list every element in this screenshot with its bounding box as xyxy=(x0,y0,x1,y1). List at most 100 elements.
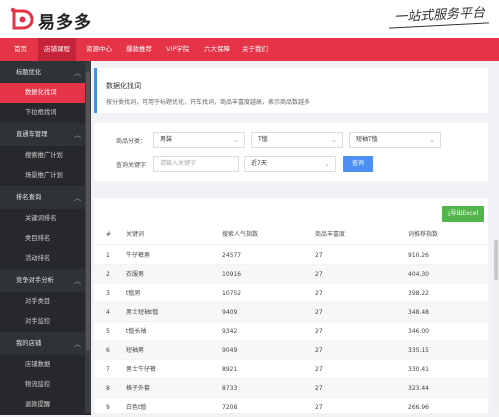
main-content: 数据化找词 按分类找词，可用于标题优化，开车找词，商品丰富度越高，表示商品数越多… xyxy=(91,61,499,417)
chevron-up-icon: ︿ xyxy=(74,131,81,139)
sidebar-group-label: 竞争对手分析 xyxy=(16,277,54,284)
table-row[interactable]: 7 男士牛仔裤 8921 27 330.41 xyxy=(94,360,488,379)
query-button[interactable]: 查询 xyxy=(343,156,373,172)
col-search-popularity[interactable]: 搜索人气指数 xyxy=(222,225,258,245)
table-row[interactable]: 8 格子外套 8733 27 323.44 xyxy=(94,379,488,398)
cell-search-popularity: 10752 xyxy=(222,290,242,297)
sidebar-group-my-store[interactable]: 我的店铺 ︿ xyxy=(0,334,91,354)
cell-richness: 27 xyxy=(315,328,323,335)
sidebar: 标题优化 ︿ 数据化找词 下拉框找词 直通车管理 ︿ 搜索推广计划 场景推广计划 排… xyxy=(0,61,91,415)
chevron-up-icon: ︿ xyxy=(74,277,81,285)
sidebar-scroll-thumb[interactable] xyxy=(86,71,90,351)
cell-index: 7 xyxy=(106,366,110,373)
results-table-card: ⤓导出Excel # 关键词 搜索人气指数 商品丰富度 词推荐指数 1 牛仔裤男 2… xyxy=(94,198,488,417)
chevron-up-icon: ︿ xyxy=(74,340,81,348)
cell-keyword: 牛仔裤男 xyxy=(126,252,151,259)
sidebar-item-scene-plan[interactable]: 场景推广计划 xyxy=(0,166,91,186)
cell-recommend-index: 398.22 xyxy=(408,290,429,297)
sidebar-item-search-plan[interactable]: 搜索推广计划 xyxy=(0,146,91,166)
sidebar-group-label: 标题优化 xyxy=(16,69,42,76)
sidebar-group-label: 排名查询 xyxy=(16,194,42,201)
sidebar-item-activity-rank[interactable]: 活动排名 xyxy=(0,249,91,269)
category-select-level2[interactable]: T恤 ⌄ xyxy=(251,132,343,148)
table-row[interactable]: 4 男士短袖t恤 9409 27 348.48 xyxy=(94,303,488,322)
page-scroll-thumb[interactable] xyxy=(494,240,498,280)
cell-keyword: 格子外套 xyxy=(126,385,151,392)
sidebar-item-data-keywords[interactable]: 数据化找词 xyxy=(0,83,91,103)
col-recommend-index[interactable]: 词推荐指数 xyxy=(408,225,438,245)
cell-index: 3 xyxy=(106,290,110,297)
sidebar-item-keyword-rank[interactable]: 关键词排名 xyxy=(0,209,91,229)
period-select[interactable]: 近7天 ⌄ xyxy=(244,156,336,172)
table-row[interactable]: 3 t恤男 10752 27 398.22 xyxy=(94,284,488,303)
filter-panel: 商品分类： 男装 ⌄ T恤 ⌄ 短袖T恤 ⌄ 查询关键字 请输入关键字 近7天 ⌄ 查询 xyxy=(94,123,488,181)
nav-hot-picks[interactable]: 爆款推荐 xyxy=(120,38,158,61)
chevron-down-icon: ⌄ xyxy=(233,136,239,144)
cell-index: 4 xyxy=(106,309,110,316)
cell-recommend-index: 266.96 xyxy=(408,404,429,411)
nav-about[interactable]: 关于我们 xyxy=(236,38,274,61)
cell-keyword: 白色t恤 xyxy=(126,404,147,411)
sidebar-group-ztc[interactable]: 直通车管理 ︿ xyxy=(0,125,91,145)
col-keyword[interactable]: 关键词 xyxy=(126,225,144,245)
cell-search-popularity: 7208 xyxy=(222,404,238,411)
nav-resources[interactable]: 资源中心 xyxy=(80,38,118,61)
logo-icon[interactable] xyxy=(9,6,35,32)
nav-home[interactable]: 首页 xyxy=(8,38,33,61)
nav-vip[interactable]: VIP学院 xyxy=(160,38,195,61)
keyword-input[interactable]: 请输入关键字 xyxy=(153,156,239,172)
chevron-down-icon: ⌄ xyxy=(331,136,337,144)
sidebar-group-ranking[interactable]: 排名查询 ︿ xyxy=(0,188,91,208)
cell-richness: 27 xyxy=(315,404,323,411)
table-row[interactable]: 1 牛仔裤男 24577 27 910.26 xyxy=(94,246,488,265)
table-row[interactable]: 6 短袖男 9049 27 335.15 xyxy=(94,341,488,360)
sidebar-item-category-rank[interactable]: 类目排名 xyxy=(0,229,91,249)
sidebar-group-competitor[interactable]: 竞争对手分析 ︿ xyxy=(0,271,91,291)
export-excel-button[interactable]: ⤓导出Excel xyxy=(442,206,484,222)
sidebar-item-dropdown-keywords[interactable]: 下拉框找词 xyxy=(0,103,91,123)
nav-store-courses[interactable]: 店铺课程 xyxy=(38,38,76,61)
sidebar-item-competitor-category[interactable]: 对手类目 xyxy=(0,292,91,312)
cell-richness: 27 xyxy=(315,347,323,354)
cell-search-popularity: 9049 xyxy=(222,347,238,354)
cell-search-popularity: 8921 xyxy=(222,366,238,373)
table-row[interactable]: 2 衣服男 10916 27 404.30 xyxy=(94,265,488,284)
sidebar-item-store-data[interactable]: 店铺数据 xyxy=(0,355,91,375)
category-select-level1[interactable]: 男装 ⌄ xyxy=(153,132,245,148)
cell-richness: 27 xyxy=(315,271,323,278)
chevron-down-icon: ⌄ xyxy=(324,160,330,168)
slogan: 一站式服务平台 xyxy=(393,5,486,26)
cell-index: 8 xyxy=(106,385,110,392)
sidebar-item-competitor-monitor[interactable]: 对手监控 xyxy=(0,312,91,332)
brand-name[interactable]: 易多多 xyxy=(38,8,92,33)
table-row[interactable]: 9 白色t恤 7208 27 266.96 xyxy=(94,398,488,417)
cell-keyword: t恤长袖 xyxy=(126,328,147,335)
cell-index: 1 xyxy=(106,252,110,259)
sidebar-item-refund-alert[interactable]: 退款提醒 xyxy=(0,395,91,415)
header: 易多多 一站式服务平台 xyxy=(0,0,499,38)
sidebar-group-title-opt[interactable]: 标题优化 ︿ xyxy=(0,63,91,83)
table-header: # 关键词 搜索人气指数 商品丰富度 词推荐指数 xyxy=(94,225,488,245)
page-scrollbar[interactable] xyxy=(493,240,499,413)
nav-guarantees[interactable]: 六大保障 xyxy=(198,38,236,61)
sidebar-item-logistics[interactable]: 物流监控 xyxy=(0,375,91,395)
table-row[interactable]: 5 t恤长袖 9342 27 346.00 xyxy=(94,322,488,341)
page-header-card: 数据化找词 按分类找词，可用于标题优化，开车找词，商品丰富度越高，表示商品数越多 xyxy=(94,68,488,113)
chevron-down-icon: ⌄ xyxy=(429,136,435,144)
cell-index: 5 xyxy=(106,328,110,335)
col-richness[interactable]: 商品丰富度 xyxy=(315,225,345,245)
cell-recommend-index: 323.44 xyxy=(408,385,429,392)
category-select-level3[interactable]: 短袖T恤 ⌄ xyxy=(349,132,441,148)
cell-search-popularity: 9409 xyxy=(222,309,238,316)
cell-richness: 27 xyxy=(315,290,323,297)
cell-richness: 27 xyxy=(315,309,323,316)
cell-search-popularity: 8733 xyxy=(222,385,238,392)
cell-recommend-index: 346.00 xyxy=(408,328,429,335)
cell-recommend-index: 404.30 xyxy=(408,271,429,278)
chevron-up-icon: ︿ xyxy=(74,194,81,202)
category-level3-value: 短袖T恤 xyxy=(356,136,378,143)
page-description: 按分类找词，可用于标题优化，开车找词，商品丰富度越高，表示商品数越多 xyxy=(106,99,311,106)
cell-keyword: 短袖男 xyxy=(126,347,145,354)
sidebar-group-label: 直通车管理 xyxy=(16,131,48,138)
cell-keyword: t恤男 xyxy=(126,290,141,297)
